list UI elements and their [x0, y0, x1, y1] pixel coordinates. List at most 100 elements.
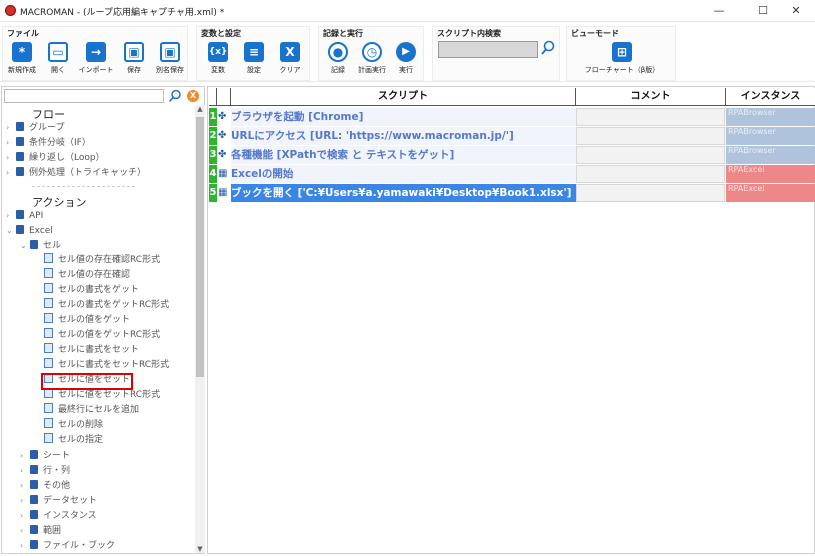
run-button[interactable]: ▶ 実行 — [389, 42, 423, 80]
save-as-button[interactable]: ▣ 別名保存 — [153, 42, 187, 80]
tree-leaf-get-value[interactable]: セルの値をゲット — [44, 313, 130, 328]
action-icon — [44, 298, 53, 308]
comment-cell[interactable] — [576, 108, 725, 126]
tree-leaf-cell-exists[interactable]: セル値の存在確認 — [44, 268, 130, 283]
expand-icon[interactable]: › — [20, 508, 30, 523]
comment-cell[interactable] — [576, 165, 725, 183]
scroll-thumb[interactable] — [196, 117, 204, 377]
tree-clear-icon[interactable]: X — [187, 90, 199, 102]
tree-leaf-delete-cell[interactable]: セルの削除 — [44, 418, 103, 433]
tree-leaf-append-row[interactable]: 最終行にセルを追加 — [44, 403, 139, 418]
tree-item-instance[interactable]: › インスタンス — [20, 508, 97, 523]
comment-header[interactable]: コメント — [576, 88, 726, 106]
comment-cell[interactable] — [576, 184, 725, 202]
script-row-selected[interactable]: 5 ▦ ブックを開く ['C:¥Users¥a.yamawaki¥Desktop… — [209, 184, 815, 202]
search-icon[interactable] — [541, 40, 555, 56]
tree-leaf-label: セルの値をゲット — [58, 315, 131, 325]
instance-cell[interactable]: RPABrowser — [726, 127, 815, 145]
browser-action-icon: ✤ — [218, 111, 227, 122]
tree-leaf-set-format[interactable]: セルに書式をセット — [44, 343, 139, 358]
tree-item-group[interactable]: › グループ — [6, 120, 64, 135]
tree-leaf-get-format[interactable]: セルの書式をゲット — [44, 283, 139, 298]
expand-icon[interactable]: › — [6, 135, 16, 150]
instance-header[interactable]: インスタンス — [726, 88, 815, 106]
flowchart-button[interactable]: ⊞ フローチャート（β版） — [585, 42, 659, 80]
excel-action-icon: ▦ — [218, 187, 228, 198]
tree-item-cell[interactable]: ⌄ セル — [20, 238, 61, 253]
tree-item-file-book[interactable]: › ファイル・ブック — [20, 538, 115, 553]
tree-item-sheet[interactable]: › シート — [20, 448, 70, 463]
folder-icon — [30, 450, 38, 459]
script-text[interactable]: Excelの開始 — [231, 165, 576, 183]
flowchart-icon: ⊞ — [612, 42, 632, 62]
tree-leaf-label: セルの指定 — [58, 435, 104, 445]
tree-leaf-label: セルに書式をセットRC形式 — [58, 360, 170, 370]
expand-icon[interactable]: › — [20, 448, 30, 463]
tree-leaf-label: セル値の存在確認RC形式 — [58, 255, 161, 265]
instance-cell[interactable]: RPABrowser — [726, 108, 815, 126]
excel-action-icon: ▦ — [218, 168, 228, 179]
tree-scrollbar[interactable]: ▲ ▼ — [195, 105, 205, 553]
section-divider — [32, 186, 135, 187]
row-number: 4 — [209, 165, 217, 183]
collapse-icon[interactable]: ⌄ — [6, 223, 16, 238]
script-text[interactable]: ブラウザを起動 [Chrome] — [231, 108, 576, 126]
collapse-icon[interactable]: ⌄ — [20, 238, 30, 253]
tree-item-loop[interactable]: › 繰り返し（Loop） — [6, 150, 105, 165]
comment-cell[interactable] — [576, 127, 725, 145]
script-header[interactable]: スクリプト — [231, 88, 576, 106]
tree-item-if[interactable]: › 条件分岐（IF） — [6, 135, 91, 150]
scroll-up-icon[interactable]: ▲ — [195, 105, 205, 113]
expand-icon[interactable]: › — [20, 493, 30, 508]
minimize-button[interactable]: — — [701, 1, 737, 21]
maximize-button[interactable]: ☐ — [745, 1, 781, 21]
instance-cell[interactable]: RPABrowser — [726, 146, 815, 164]
comment-cell[interactable] — [576, 146, 725, 164]
close-button[interactable]: ✕ — [778, 1, 814, 21]
tree-item-dataset[interactable]: › データセット — [20, 493, 97, 508]
expand-icon[interactable]: › — [20, 523, 30, 538]
folder-icon — [16, 167, 24, 176]
tree-item-label: シート — [43, 451, 71, 461]
tree-item-other[interactable]: › その他 — [20, 478, 70, 493]
tree-item-range[interactable]: › 範囲 — [20, 523, 61, 538]
expand-icon[interactable]: › — [6, 150, 16, 165]
tree-leaf-get-value-rc[interactable]: セルの値をゲットRC形式 — [44, 328, 160, 343]
script-search-input[interactable] — [438, 41, 538, 58]
expand-icon[interactable]: › — [6, 208, 16, 223]
row-number: 2 — [209, 127, 217, 145]
tree-item-try-catch[interactable]: › 例外処理（トライキャッチ） — [6, 165, 146, 180]
tree-search-input[interactable] — [4, 89, 164, 103]
script-row[interactable]: 3 ✤ 各種機能 [XPathで検索 と テキストをゲット] RPABrowse… — [209, 146, 815, 164]
variables-group: 変数と設定 {x} 変数 ≡ 設定 X クリア — [196, 26, 310, 81]
tree-leaf-label: 最終行にセルを追加 — [58, 405, 140, 415]
tree-item-excel[interactable]: ⌄ Excel — [6, 223, 53, 238]
tree-leaf-set-format-rc[interactable]: セルに書式をセットRC形式 — [44, 358, 169, 373]
expand-icon[interactable]: › — [20, 463, 30, 478]
scroll-down-icon[interactable]: ▼ — [195, 545, 205, 553]
tree-item-api[interactable]: › API — [6, 208, 43, 223]
script-text[interactable]: URLにアクセス [URL: 'https://www.macroman.jp/… — [231, 127, 576, 145]
tree-leaf-set-value-rc[interactable]: セルに値をセットRC形式 — [44, 388, 160, 403]
script-text[interactable]: 各種機能 [XPathで検索 と テキストをゲット] — [231, 146, 576, 164]
tree-item-row-col[interactable]: › 行・列 — [20, 463, 70, 478]
expand-icon[interactable]: › — [20, 478, 30, 493]
instance-cell[interactable]: RPAExcel — [726, 165, 815, 183]
script-row[interactable]: 1 ✤ ブラウザを起動 [Chrome] RPABrowser — [209, 108, 815, 126]
expand-icon[interactable]: › — [20, 538, 30, 553]
action-tree-panel: X ▲ ▼ フロー › グループ › 条件分岐（IF） › 繰り返し（Loop） › 例… — [1, 86, 205, 554]
action-icon — [44, 433, 53, 443]
script-row[interactable]: 4 ▦ Excelの開始 RPAExcel — [209, 165, 815, 183]
folder-icon — [16, 152, 24, 161]
tree-leaf-get-format-rc[interactable]: セルの書式をゲットRC形式 — [44, 298, 169, 313]
instance-cell[interactable]: RPAExcel — [726, 184, 815, 202]
script-text[interactable]: ブックを開く ['C:¥Users¥a.yamawaki¥Desktop¥Boo… — [231, 184, 576, 202]
expand-icon[interactable]: › — [6, 120, 16, 135]
tree-search-icon[interactable] — [168, 89, 182, 103]
expand-icon[interactable]: › — [6, 165, 16, 180]
tree-leaf-cell-exists-rc[interactable]: セル値の存在確認RC形式 — [44, 253, 160, 268]
script-row[interactable]: 2 ✤ URLにアクセス [URL: 'https://www.macroman… — [209, 127, 815, 145]
clear-button[interactable]: X クリア — [273, 42, 307, 80]
folder-icon: ▭ — [48, 42, 68, 62]
tree-leaf-specify-cell[interactable]: セルの指定 — [44, 433, 103, 448]
